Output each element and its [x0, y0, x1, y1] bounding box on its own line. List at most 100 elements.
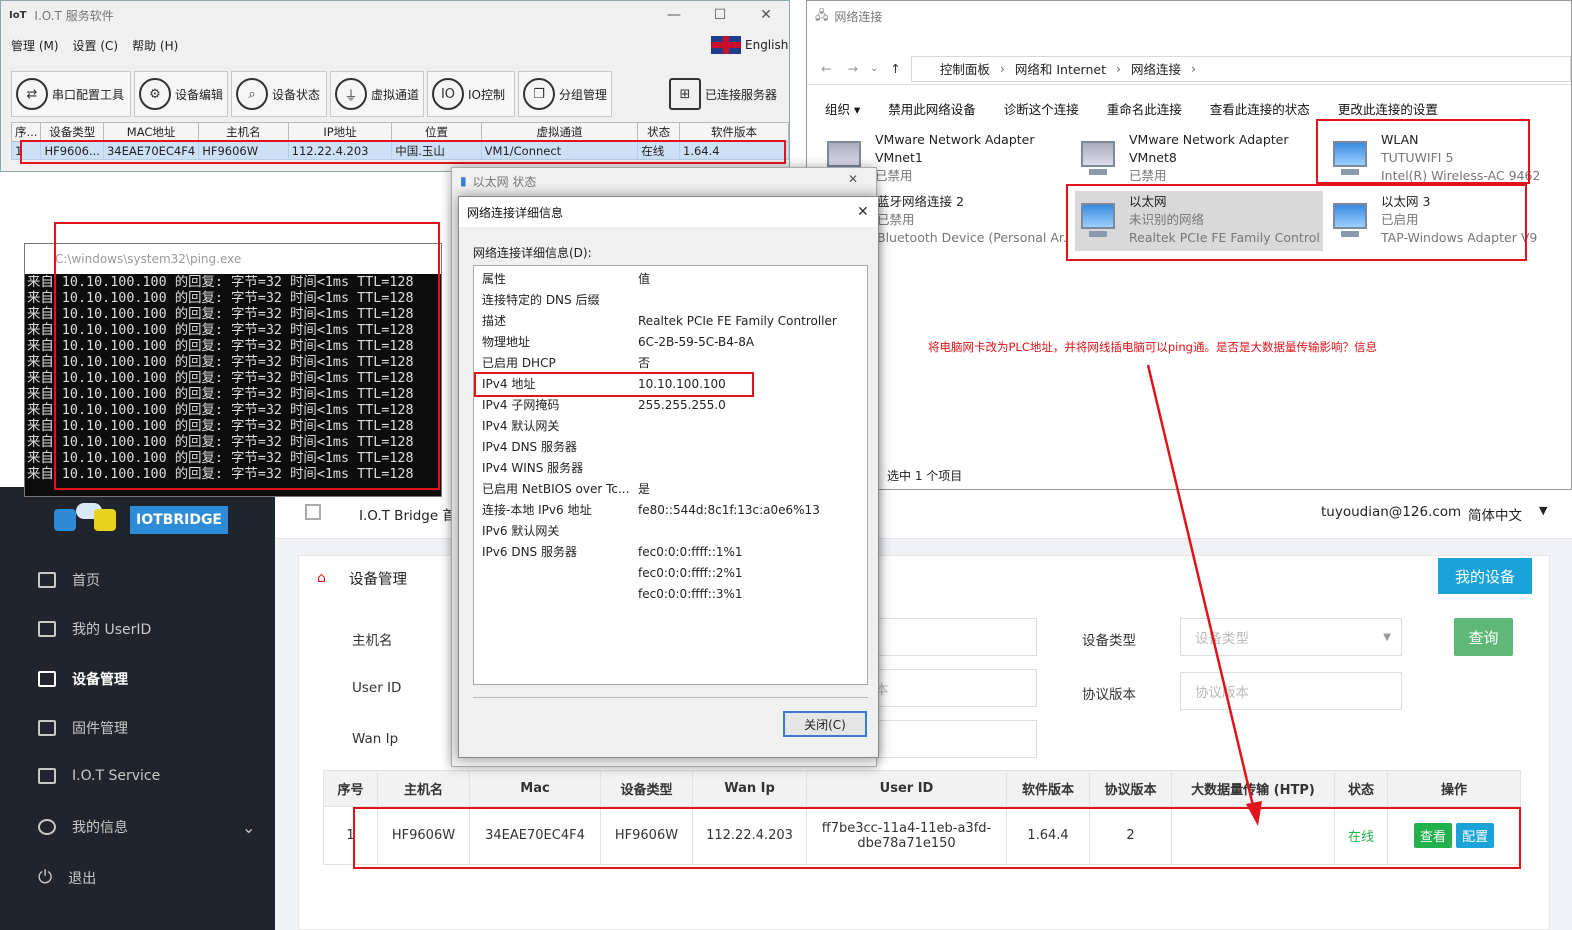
- console-line: 来自 10.10.100.100 的回复: 字节=32 时间<1ms TTL=1…: [27, 387, 414, 402]
- table-row[interactable]: 1 HF9606... 34EAE70EC4F4 HF9606W 112.22.…: [10, 141, 789, 160]
- details-row[interactable]: fec0:0:0:ffff::3%1: [482, 583, 743, 604]
- menu-manage[interactable]: 管理 (M): [11, 37, 59, 54]
- console-output: 来自 10.10.100.100 的回复: 字节=32 时间<1ms TTL=1…: [27, 275, 439, 483]
- userid-input[interactable]: 本: [860, 669, 1037, 707]
- nav-home[interactable]: 首页: [38, 570, 100, 590]
- details-row[interactable]: 描述 Realtek PCIe FE Family Controller: [482, 310, 837, 331]
- details-list[interactable]: 属性 值 连接特定的 DNS 后缀 描述 Realtek PCIe FE Famil…: [473, 265, 868, 685]
- details-row[interactable]: IPv4 DNS 服务器: [482, 436, 638, 457]
- adapter-vmnet8[interactable]: VMware Network Adapter VMnet8 已禁用: [1077, 131, 1321, 191]
- nav-logout[interactable]: ⏻ 退出: [38, 867, 96, 888]
- wanip-input[interactable]: [860, 720, 1037, 758]
- details-row[interactable]: 已启用 DHCP 否: [482, 352, 650, 373]
- device-status-button[interactable]: ⌕ 设备状态: [231, 71, 327, 117]
- ethernet-adapter-icon: [1077, 201, 1121, 245]
- language-switch[interactable]: English: [711, 36, 788, 54]
- adapter-ethernet-3[interactable]: 以太网 3 已启用 TAP-Windows Adapter V9: [1329, 193, 1572, 253]
- details-row[interactable]: IPv4 默认网关: [482, 415, 638, 436]
- disable-device-button[interactable]: 禁用此网络设备: [888, 99, 976, 118]
- console-line: 来自 10.10.100.100 的回复: 字节=32 时间<1ms TTL=1…: [27, 323, 414, 338]
- adapter-status: TUTUWIFI 5: [1381, 150, 1454, 165]
- cell-status: 在线: [637, 141, 681, 160]
- crumb-control-panel[interactable]: 控制面板: [940, 59, 990, 78]
- user-email[interactable]: tuyoudian@126.com: [1321, 504, 1461, 520]
- back-icon[interactable]: ←: [821, 61, 831, 76]
- minimize-icon[interactable]: —: [651, 1, 697, 29]
- table-header: 序... 设备类型 MAC地址 主机名 IP地址 位置 虚拟通道 状态 软件版本: [10, 122, 789, 142]
- tab-my-devices[interactable]: 我的设备: [1438, 558, 1532, 594]
- config-button[interactable]: 配置: [1456, 823, 1495, 848]
- menu-help[interactable]: 帮助 (H): [132, 37, 178, 54]
- btn-label: 已连接服务器: [705, 87, 778, 102]
- adapter-status: 已禁用: [877, 212, 915, 227]
- nav-iot-service[interactable]: I.O.T Service: [38, 768, 160, 784]
- adapter-bluetooth[interactable]: 蓝牙网络连接 2 已禁用 Bluetooth Device (Personal Ar…: [877, 193, 1067, 253]
- close-button[interactable]: 关闭(C): [783, 711, 867, 737]
- server-icon: ⊞: [669, 78, 701, 110]
- property-value: fec0:0:0:ffff::2%1: [638, 565, 743, 580]
- breadcrumb[interactable]: 控制面板 › 网络和 Internet › 网络连接 ›: [910, 55, 1571, 82]
- menu-settings[interactable]: 设置 (C): [73, 37, 119, 54]
- panel-title: 设备管理: [349, 572, 407, 588]
- diagnose-button[interactable]: 诊断这个连接: [1004, 99, 1079, 118]
- grid-icon[interactable]: [305, 504, 321, 520]
- close-icon[interactable]: ✕: [848, 172, 858, 186]
- protocol-input[interactable]: 协议版本: [1180, 672, 1402, 710]
- ethernet-adapter-icon: [1329, 201, 1373, 245]
- nav-my-info[interactable]: 我的信息 ⌄: [38, 817, 255, 837]
- chevron-right-icon: ›: [1190, 61, 1196, 76]
- crumb-network-connections[interactable]: 网络连接: [1131, 59, 1181, 78]
- cell-actions: 查看 配置: [1387, 806, 1521, 865]
- adapter-ethernet[interactable]: 以太网 未识别的网络 Realtek PCIe FE Family Control.…: [1075, 191, 1323, 251]
- chevron-down-icon[interactable]: ⌄: [870, 63, 878, 74]
- btn-label: IO控制: [468, 87, 505, 102]
- rename-button[interactable]: 重命名此连接: [1107, 99, 1182, 118]
- serial-config-button[interactable]: ⇄ 串口配置工具: [11, 71, 131, 117]
- property-name: IPv6 DNS 服务器: [482, 545, 577, 559]
- plug-icon: ⏚: [335, 78, 367, 110]
- details-row[interactable]: fec0:0:0:ffff::2%1: [482, 562, 743, 583]
- organize-button[interactable]: 组织 ▾: [825, 99, 860, 118]
- iot-device-table: 序... 设备类型 MAC地址 主机名 IP地址 位置 虚拟通道 状态 软件版本…: [10, 122, 789, 160]
- details-row[interactable]: IPv4 WINS 服务器: [482, 457, 638, 478]
- details-row[interactable]: IPv4 地址 10.10.100.100: [482, 373, 726, 394]
- details-row[interactable]: 连接特定的 DNS 后缀: [482, 289, 638, 310]
- eth-titlebar: ▮ 以太网 状态: [452, 168, 876, 194]
- col-header: 软件版本: [679, 122, 789, 142]
- nav-device-management[interactable]: 设备管理: [38, 669, 128, 689]
- details-row[interactable]: 物理地址 6C-2B-59-5C-B4-8A: [482, 331, 754, 352]
- nav-firmware[interactable]: 固件管理: [38, 718, 128, 738]
- details-row[interactable]: 连接-本地 IPv6 地址 fe80::544d:8c1f:13c:a0e6%13: [482, 499, 820, 520]
- device-type-select[interactable]: 设备类型 ▼: [1180, 618, 1402, 656]
- col-header: 操作: [1387, 770, 1521, 807]
- forward-icon[interactable]: →: [847, 61, 857, 76]
- device-edit-button[interactable]: ⚙ 设备编辑: [134, 71, 228, 117]
- virtual-channel-button[interactable]: ⏚ 虚拟通道: [330, 71, 424, 117]
- router-icon: ⌂: [317, 570, 326, 586]
- hostname-input[interactable]: [860, 618, 1037, 656]
- details-row[interactable]: IPv6 默认网关: [482, 520, 638, 541]
- view-status-button[interactable]: 查看此连接的状态: [1210, 99, 1310, 118]
- sidebar: IOTBRIDGE 首页 我的 UserID 设备管理 固件管理 I.O.T S…: [0, 487, 275, 930]
- language-select[interactable]: 简体中文: [1468, 504, 1522, 524]
- details-row[interactable]: 已启用 NetBIOS over Tc... 是: [482, 478, 650, 499]
- nav-label: I.O.T Service: [72, 768, 161, 784]
- nav-userid[interactable]: 我的 UserID: [38, 619, 151, 639]
- close-icon[interactable]: ✕: [743, 1, 789, 29]
- view-button[interactable]: 查看: [1413, 823, 1452, 848]
- command-bar: 组织 ▾ 禁用此网络设备 诊断这个连接 重命名此连接 查看此连接的状态 更改此连…: [807, 93, 1571, 123]
- group-management-button[interactable]: ❐ 分组管理: [518, 71, 612, 117]
- details-row[interactable]: IPv6 DNS 服务器 fec0:0:0:ffff::1%1: [482, 541, 743, 562]
- adapter-wlan[interactable]: WLAN TUTUWIFI 5 Intel(R) Wireless-AC 9462: [1329, 131, 1572, 191]
- up-icon[interactable]: ↑: [890, 61, 900, 76]
- io-control-button[interactable]: IO IO控制: [427, 71, 515, 117]
- query-button[interactable]: 查询: [1454, 618, 1513, 656]
- header-property: 属性: [482, 272, 507, 286]
- change-settings-button[interactable]: 更改此连接的设置: [1338, 99, 1438, 118]
- close-icon[interactable]: ✕: [857, 204, 869, 220]
- crumb-network-internet[interactable]: 网络和 Internet: [1015, 59, 1106, 78]
- connected-server-button[interactable]: ⊞ 已连接服务器: [665, 71, 783, 117]
- details-row[interactable]: IPv4 子网掩码 255.255.255.0: [482, 394, 726, 415]
- network-icon: ▮: [460, 174, 467, 188]
- maximize-icon[interactable]: ☐: [697, 1, 743, 29]
